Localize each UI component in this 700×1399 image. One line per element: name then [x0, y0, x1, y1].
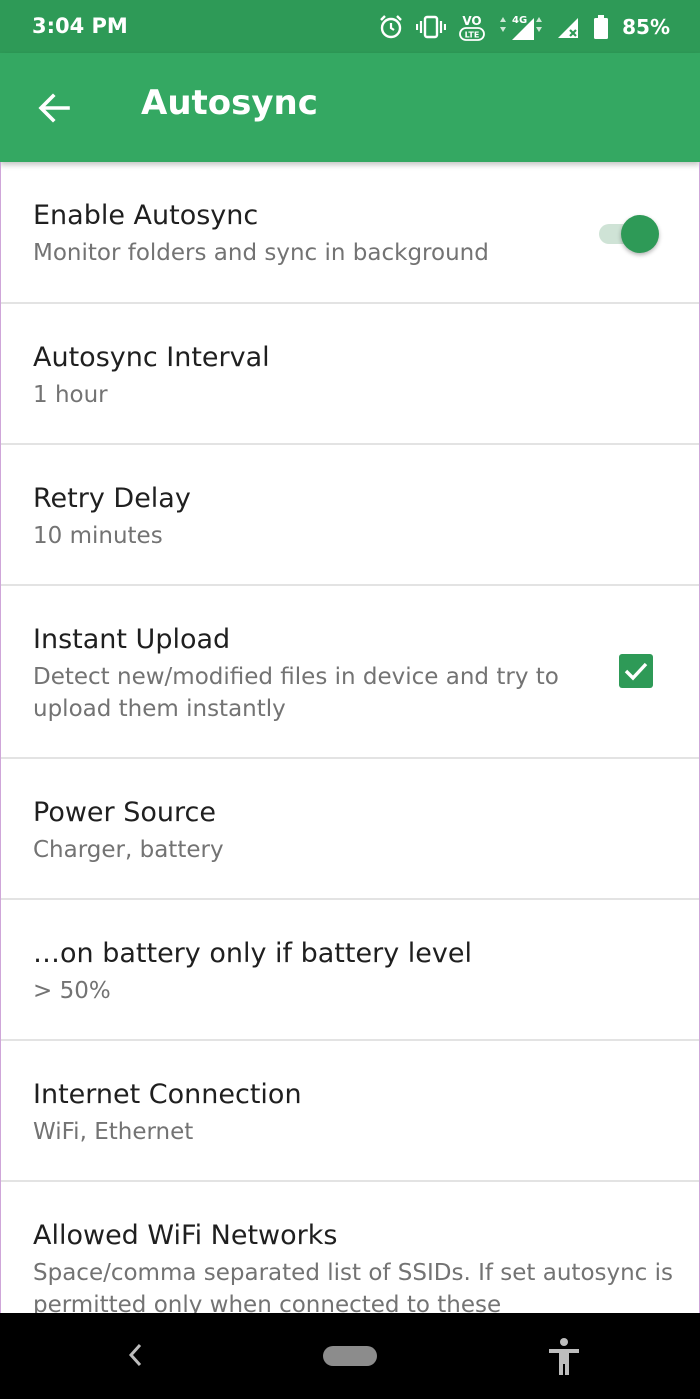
setting-power-source[interactable]: Power Source Charger, battery	[1, 759, 699, 900]
battery-percent: 85%	[622, 15, 670, 39]
setting-title: …on battery only if battery level	[33, 938, 472, 969]
back-button[interactable]	[24, 78, 84, 138]
setting-summary: Detect new/modified files in device and …	[33, 664, 559, 722]
status-icons: VO LTE 4G 85%	[378, 10, 670, 44]
setting-enable-autosync[interactable]: Enable Autosync Monitor folders and sync…	[1, 162, 699, 304]
vibrate-icon	[416, 15, 447, 39]
setting-title: Instant Upload	[33, 624, 231, 655]
setting-instant-upload[interactable]: Instant Upload Detect new/modified files…	[1, 586, 699, 759]
nav-home-pill[interactable]	[323, 1346, 377, 1366]
setting-summary: > 50%	[33, 978, 111, 1004]
setting-title: Autosync Interval	[33, 342, 270, 373]
volte-icon: VO LTE	[458, 12, 486, 42]
setting-summary: Space/comma separated list of SSIDs. If …	[33, 1260, 674, 1313]
status-bar: 3:04 PM VO LTE 4G 85%	[0, 0, 700, 53]
volte-vo-text: VO	[462, 14, 481, 28]
settings-list[interactable]: Enable Autosync Monitor folders and sync…	[0, 162, 700, 1313]
setting-battery-level[interactable]: …on battery only if battery level > 50%	[1, 900, 699, 1041]
setting-title: Allowed WiFi Networks	[33, 1220, 338, 1251]
enable-autosync-toggle[interactable]	[599, 214, 661, 254]
signal-4g-icon: 4G	[498, 12, 544, 42]
arrow-left-icon	[38, 93, 70, 123]
page-title: Autosync	[141, 83, 318, 123]
setting-internet-connection[interactable]: Internet Connection WiFi, Ethernet	[1, 1041, 699, 1182]
setting-summary: Monitor folders and sync in background	[33, 240, 489, 266]
alarm-icon	[378, 14, 404, 40]
signal-no-sim-icon	[556, 14, 582, 40]
toggle-thumb	[621, 215, 659, 253]
instant-upload-checkbox[interactable]	[619, 654, 653, 688]
nav-back-icon[interactable]	[124, 1341, 148, 1373]
setting-summary: 10 minutes	[33, 523, 163, 549]
navigation-bar	[0, 1313, 700, 1399]
setting-allowed-wifi-networks[interactable]: Allowed WiFi Networks Space/comma separa…	[1, 1182, 699, 1313]
status-time: 3:04 PM	[32, 14, 128, 38]
volte-lte-text: LTE	[465, 31, 480, 40]
setting-summary: WiFi, Ethernet	[33, 1119, 194, 1145]
battery-icon	[594, 15, 609, 39]
app-bar: Autosync	[0, 53, 700, 162]
check-icon	[624, 662, 648, 681]
setting-autosync-interval[interactable]: Autosync Interval 1 hour	[1, 304, 699, 445]
setting-title: Retry Delay	[33, 483, 191, 514]
setting-summary: Charger, battery	[33, 837, 224, 863]
setting-title: Internet Connection	[33, 1079, 302, 1110]
setting-summary: 1 hour	[33, 382, 108, 408]
network-type-text: 4G	[512, 15, 527, 26]
setting-title: Enable Autosync	[33, 200, 259, 231]
accessibility-icon[interactable]	[546, 1337, 582, 1381]
setting-retry-delay[interactable]: Retry Delay 10 minutes	[1, 445, 699, 586]
setting-title: Power Source	[33, 797, 216, 828]
